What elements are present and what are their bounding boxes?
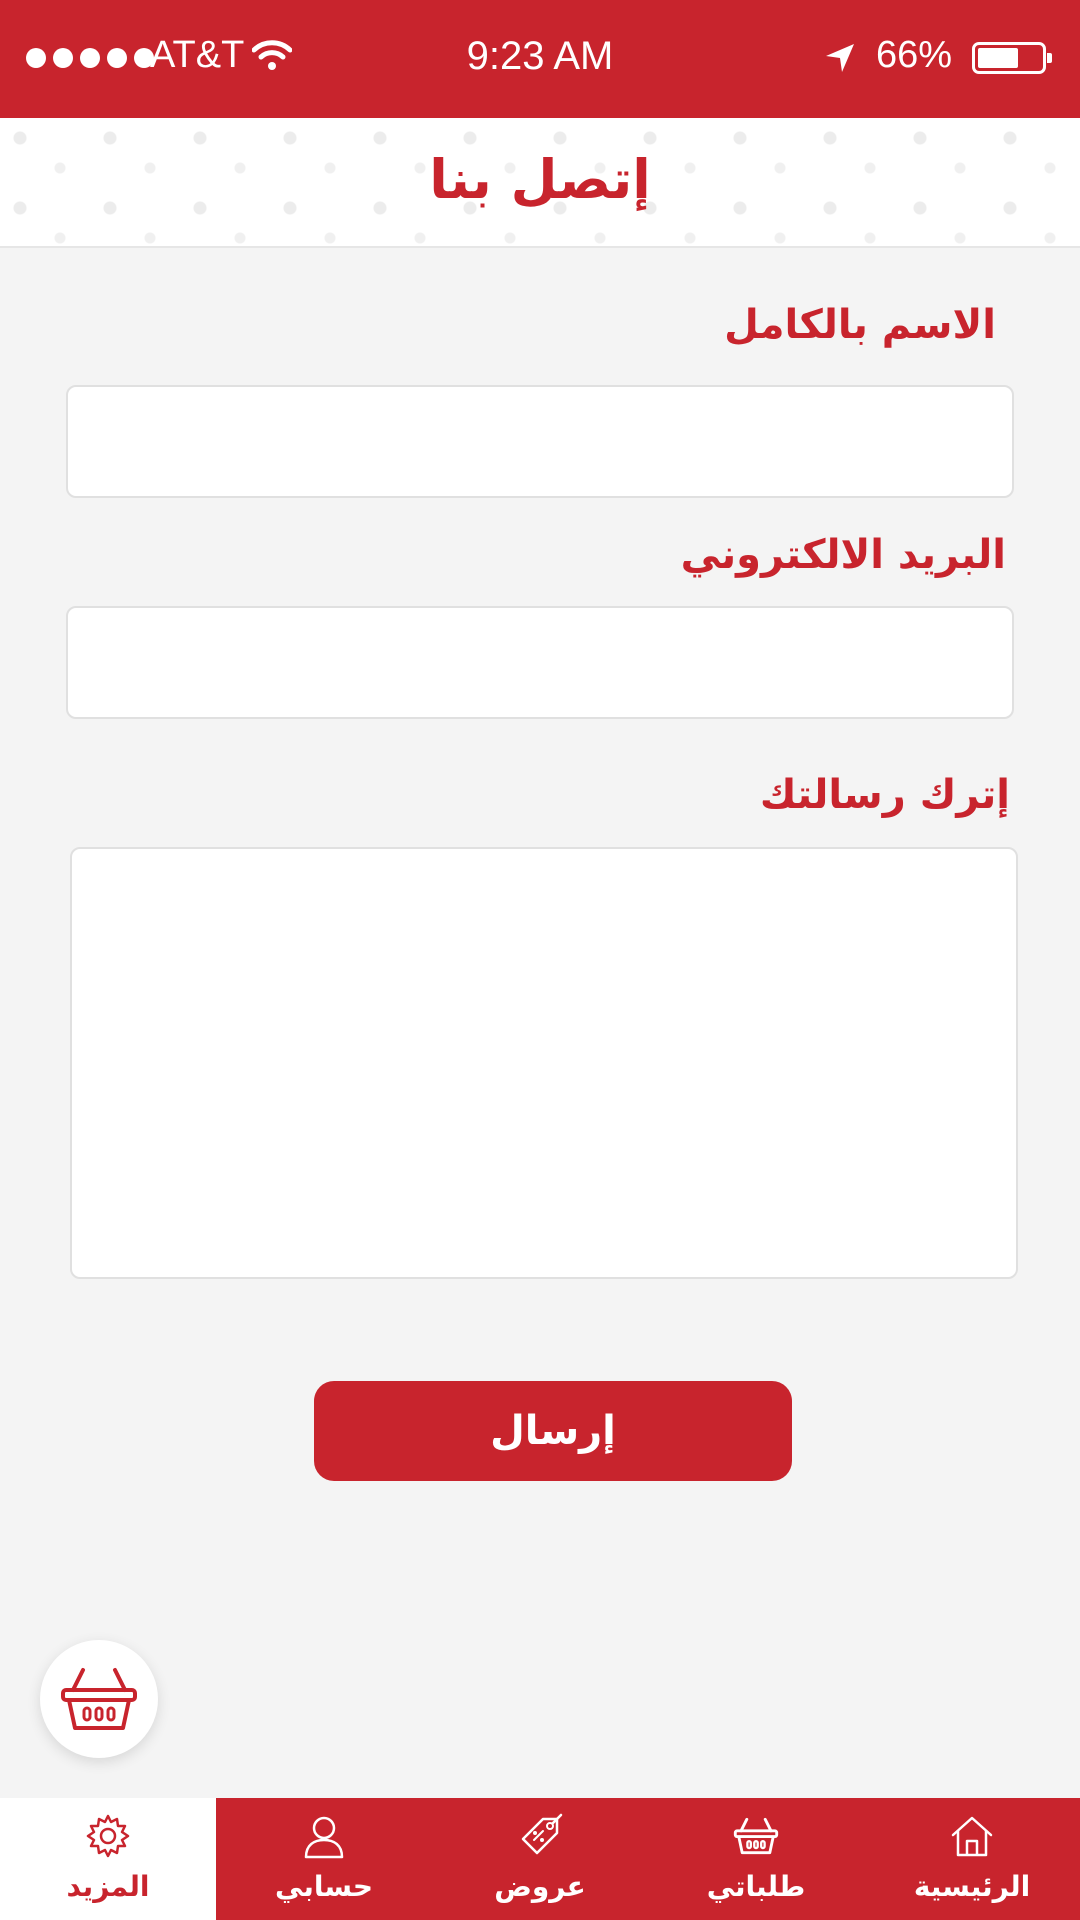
user-icon — [304, 1816, 344, 1859]
cart-fab-button[interactable] — [40, 1640, 158, 1758]
tag-icon — [521, 1813, 563, 1855]
tab-my-orders[interactable]: طلباتي — [648, 1798, 864, 1920]
tab-label: الرئيسية — [913, 1870, 1031, 1903]
home-icon — [951, 1816, 993, 1857]
full-name-input[interactable] — [66, 385, 1014, 498]
email-input[interactable] — [66, 606, 1014, 719]
tab-label: المزيد — [66, 1870, 150, 1903]
status-bar: AT&T 9:23 AM 66% — [0, 0, 1080, 118]
tab-label: عروض — [494, 1870, 586, 1903]
tab-offers[interactable]: عروض — [432, 1798, 648, 1920]
tab-more[interactable]: المزيد — [0, 1798, 216, 1920]
full-name-label: الاسم بالكامل — [724, 302, 996, 348]
bottom-tab-bar: المزيد حسابي عروض طلباتي الرئيسية — [0, 1798, 1080, 1920]
send-button[interactable]: إرسال — [314, 1381, 792, 1481]
basket-icon — [61, 1668, 137, 1730]
battery-percentage: 66% — [876, 34, 953, 76]
tab-label: طلباتي — [706, 1870, 806, 1903]
message-textarea[interactable] — [70, 847, 1018, 1279]
basket-icon — [733, 1817, 779, 1855]
message-label: إترك رسالتك — [759, 772, 1010, 818]
gear-icon — [86, 1814, 130, 1858]
page-title: إتصل بنا — [429, 148, 651, 211]
location-arrow-icon — [826, 44, 854, 72]
tab-label: حسابي — [274, 1870, 374, 1903]
tab-my-account[interactable]: حسابي — [216, 1798, 432, 1920]
battery-icon — [972, 42, 1052, 74]
email-label: البريد الالكتروني — [680, 532, 1006, 578]
tab-home[interactable]: الرئيسية — [864, 1798, 1080, 1920]
page-header: إتصل بنا — [0, 118, 1080, 248]
